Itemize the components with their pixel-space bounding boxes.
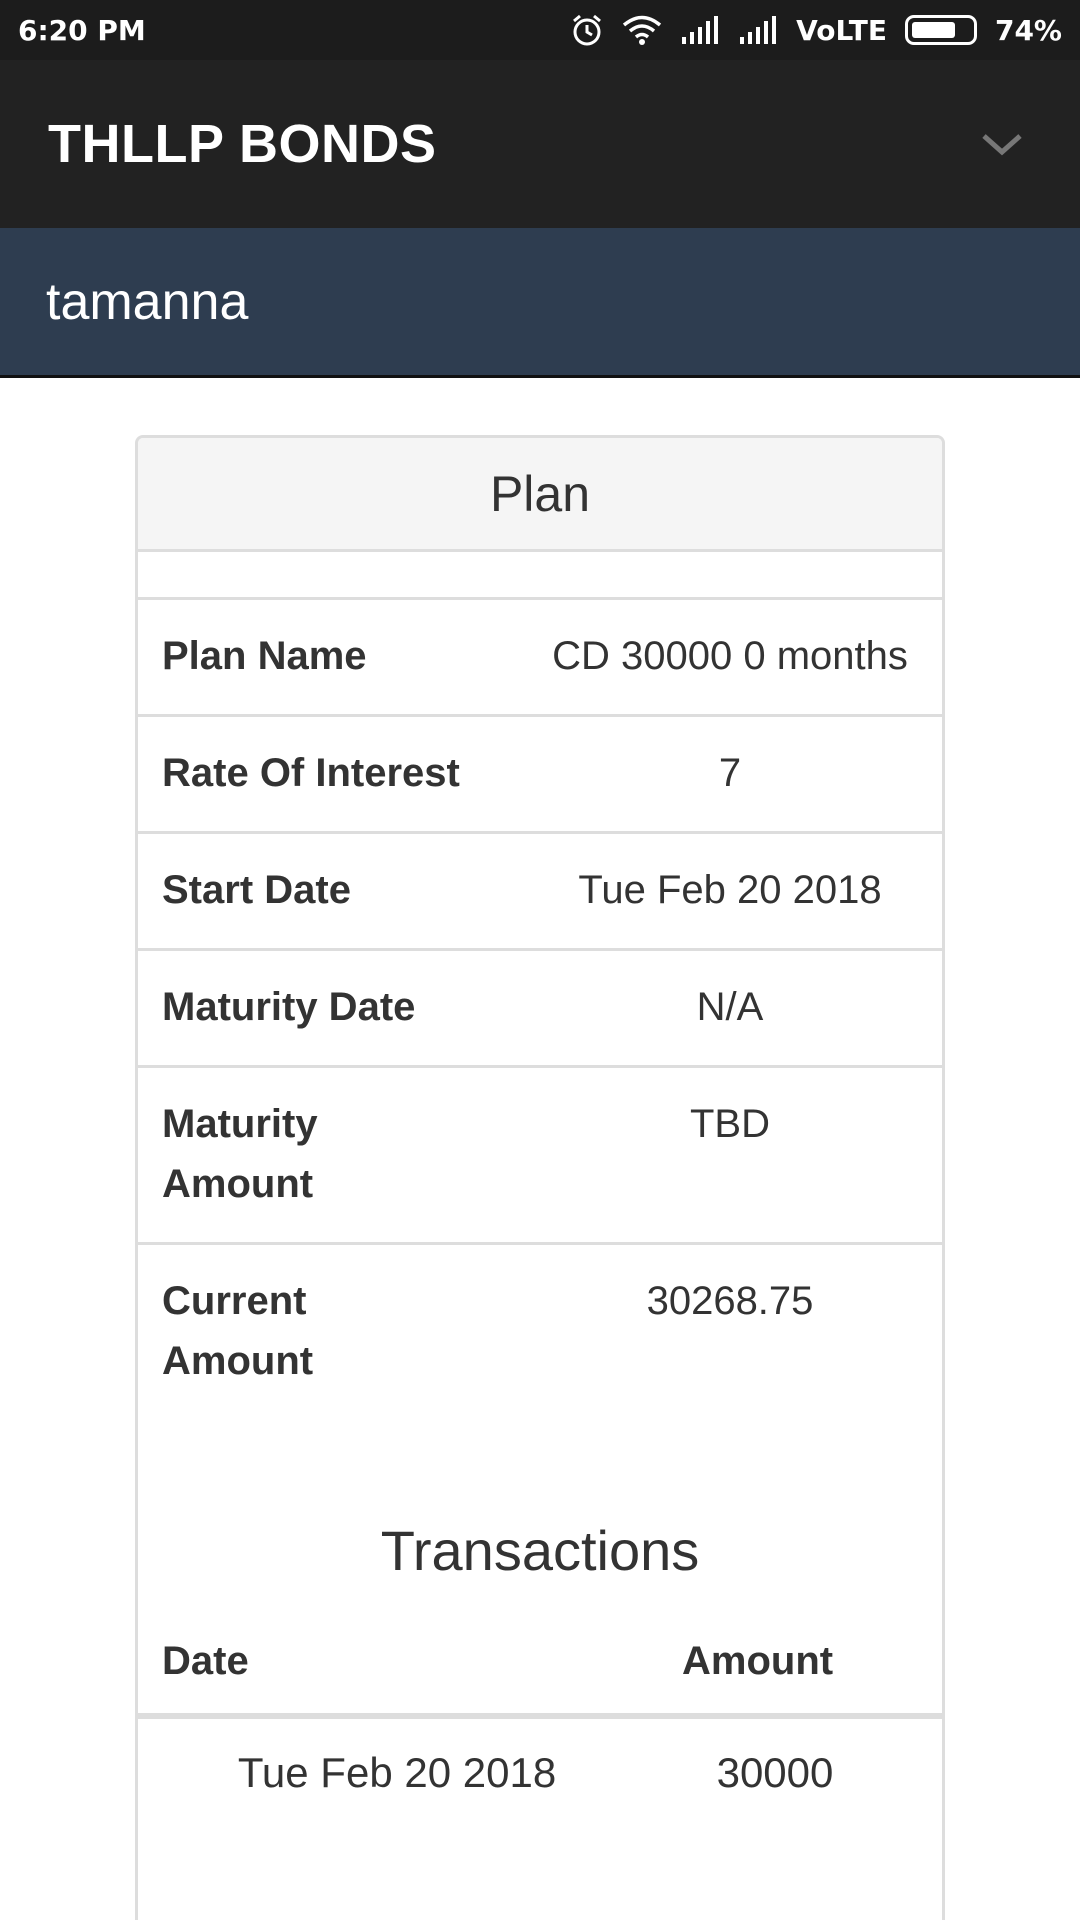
row-value: Tue Feb 20 2018 <box>578 868 882 912</box>
user-bar: tamanna <box>0 228 1080 378</box>
start-date-row: Start Date Tue Feb 20 2018 <box>138 834 942 951</box>
signal-icon <box>738 15 778 45</box>
column-header-amount: Amount <box>682 1638 834 1683</box>
row-label: Start Date <box>162 868 351 912</box>
user-name: tamanna <box>46 272 249 331</box>
plan-panel: Plan Plan Name CD 30000 0 months Rate Of… <box>135 435 945 1920</box>
row-value: 7 <box>718 751 742 795</box>
row-value: 30268.75 <box>646 1279 814 1323</box>
status-icons: VoLTE 74% <box>570 13 1062 47</box>
row-label: Maturity Date <box>162 985 416 1029</box>
status-bar: 6:20 PM VoLTE 74% <box>0 0 1080 60</box>
panel-heading: Plan <box>138 438 942 552</box>
menu-toggle-button[interactable] <box>972 114 1032 174</box>
table-row: Tue Feb 20 2018 30000 <box>138 1719 942 1827</box>
app-bar: THLLP BONDS <box>0 60 1080 228</box>
battery-icon <box>904 15 977 45</box>
transaction-date: Tue Feb 20 2018 <box>237 1749 557 1796</box>
network-type: VoLTE <box>796 13 887 47</box>
row-label: Plan Name <box>162 634 367 678</box>
maturity-date-row: Maturity Date N/A <box>138 951 942 1068</box>
maturity-amount-row: Maturity Amount TBD <box>138 1068 942 1245</box>
transactions-title: Transactions <box>380 1519 700 1582</box>
row-label: Rate Of Interest <box>162 751 460 795</box>
table-spacer-row <box>138 552 942 600</box>
rate-of-interest-row: Rate Of Interest 7 <box>138 717 942 834</box>
row-label: Maturity Amount <box>162 1102 318 1206</box>
row-label: Current Amount <box>162 1279 314 1383</box>
alarm-icon <box>570 13 604 47</box>
battery-percent: 74% <box>994 13 1062 47</box>
status-time: 6:20 PM <box>18 13 146 47</box>
transactions-header: Date Amount <box>138 1609 942 1719</box>
transaction-amount: 30000 <box>716 1749 834 1796</box>
chevron-down-icon <box>982 134 1022 156</box>
row-value: N/A <box>696 985 764 1029</box>
app-title: THLLP BONDS <box>48 114 437 174</box>
column-header-date: Date <box>162 1638 249 1683</box>
row-value: TBD <box>690 1102 770 1146</box>
plan-name-row: Plan Name CD 30000 0 months <box>138 600 942 717</box>
row-value: CD 30000 0 months <box>552 634 908 678</box>
current-amount-row: Current Amount 30268.75 <box>138 1245 942 1419</box>
wifi-icon <box>622 14 662 46</box>
signal-icon <box>680 15 720 45</box>
